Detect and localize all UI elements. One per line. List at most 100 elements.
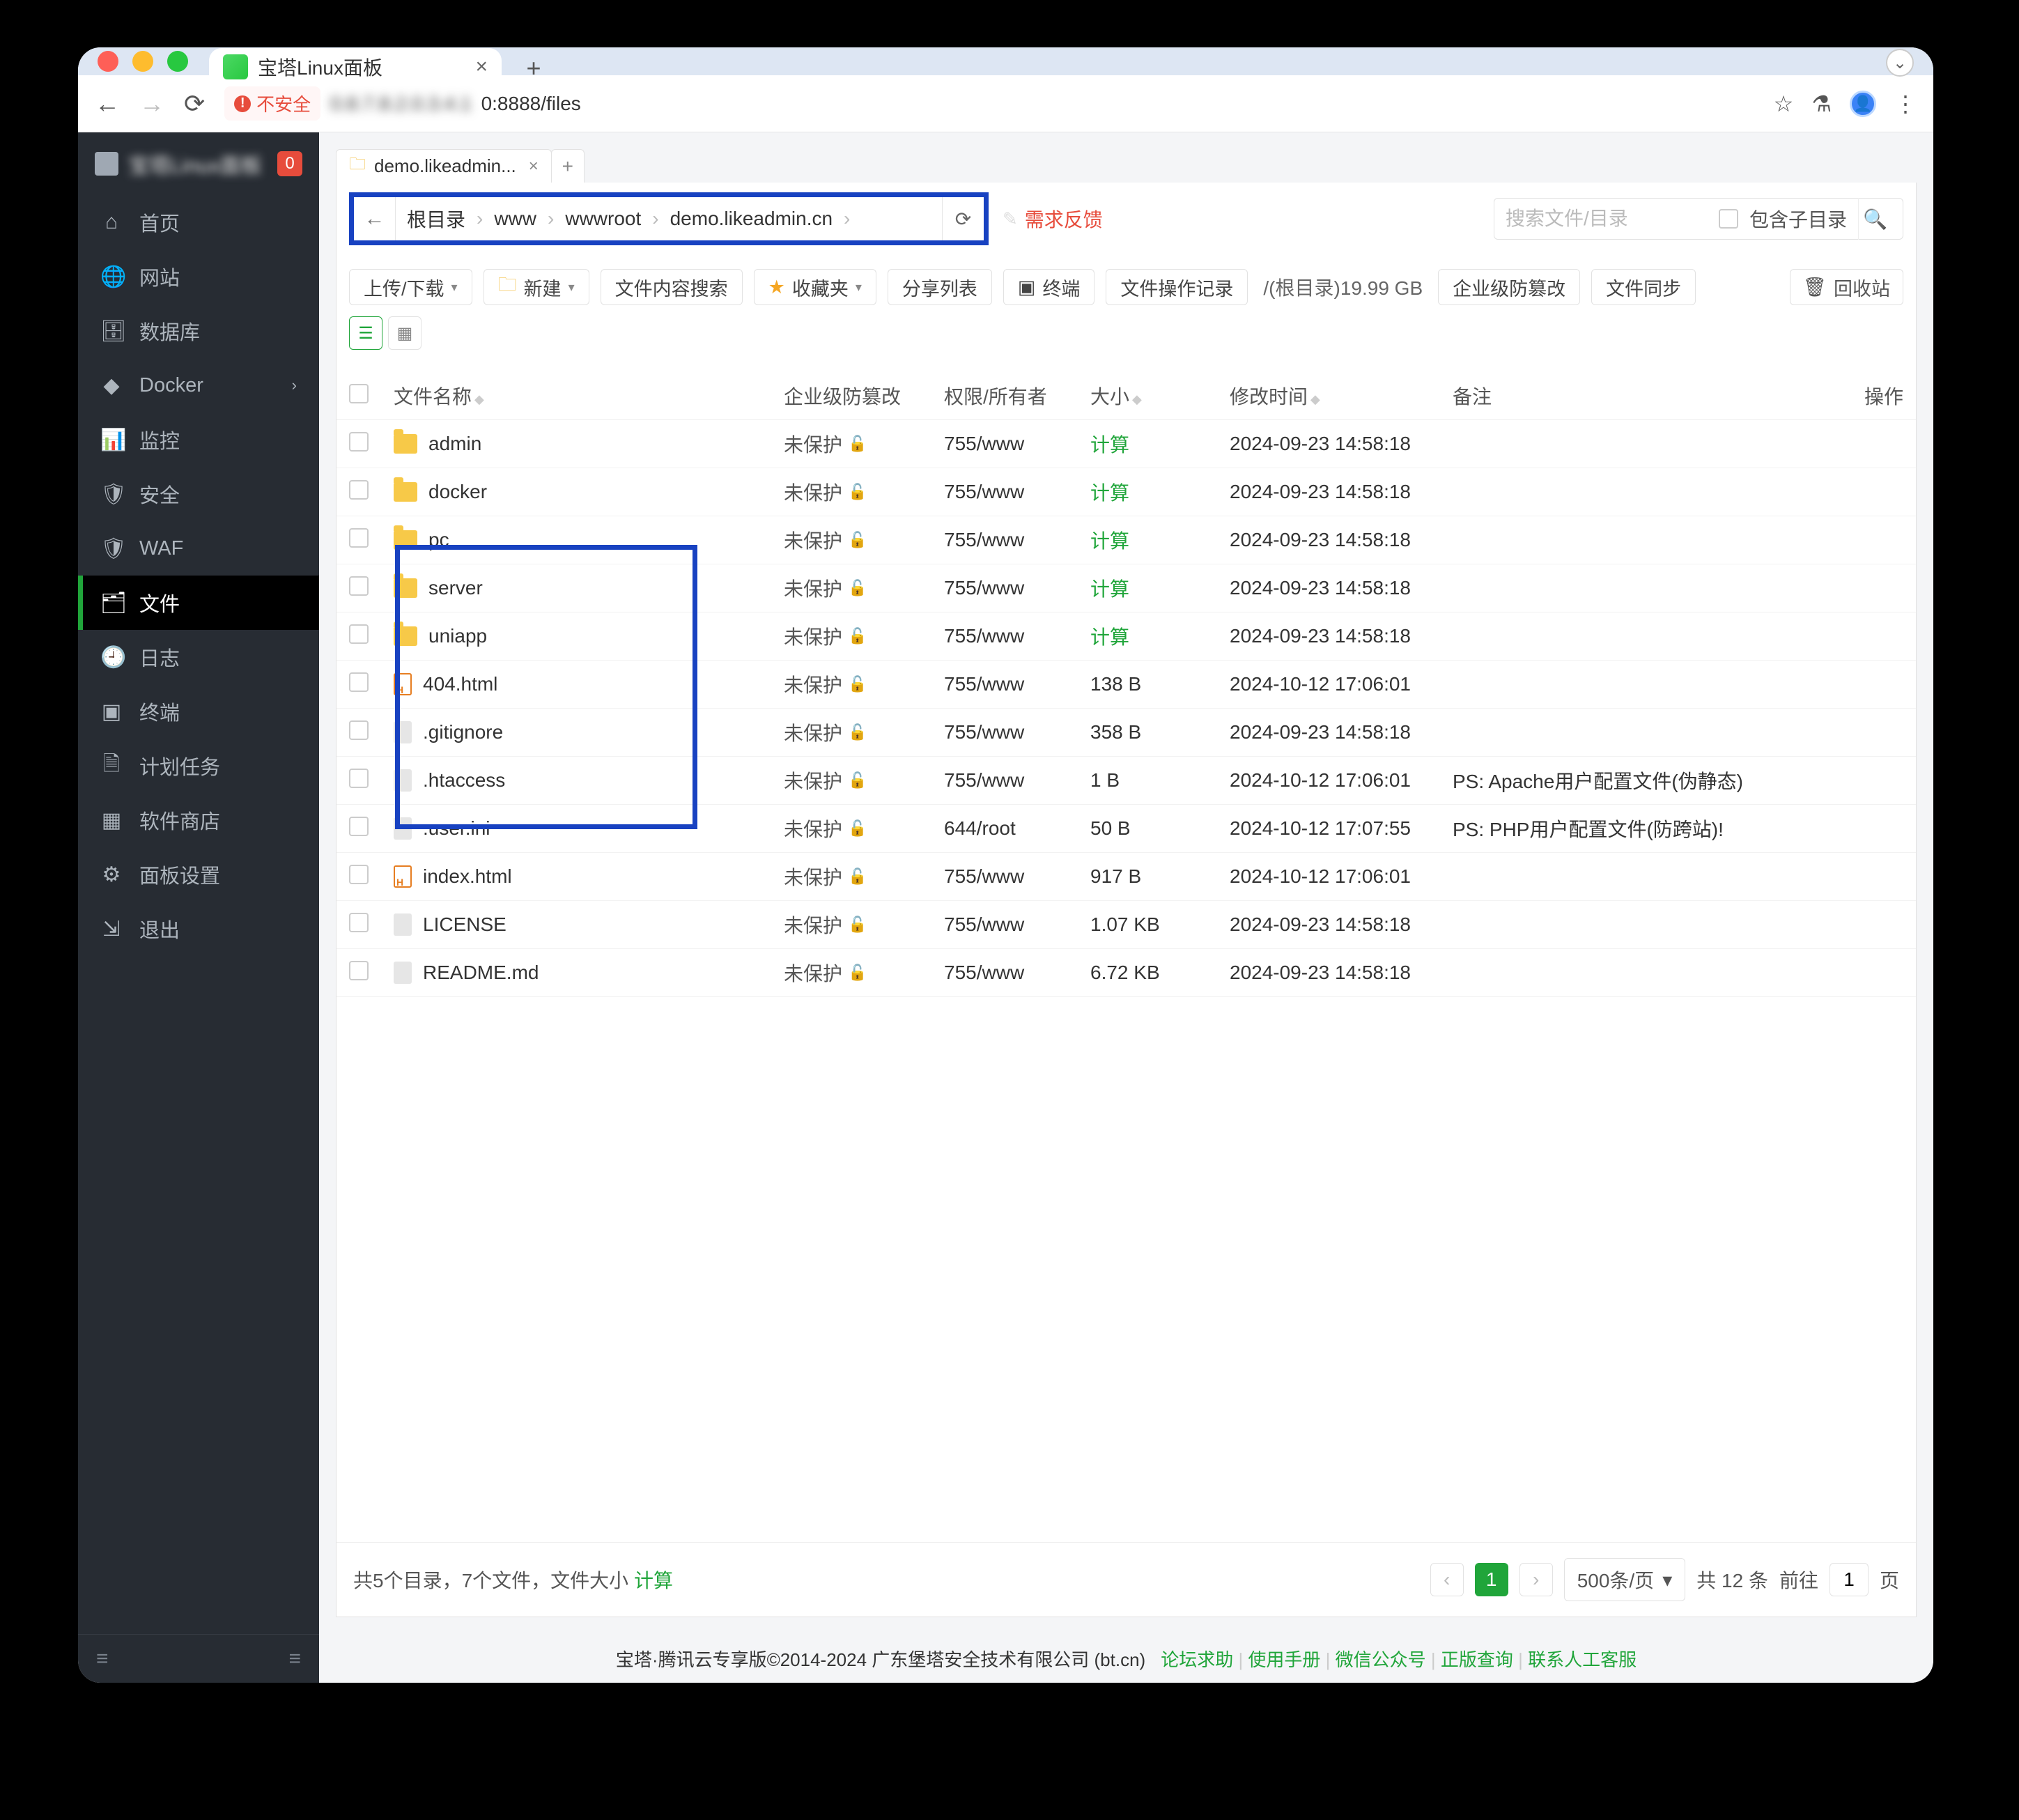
breadcrumb-segment[interactable]: 根目录 (407, 205, 465, 233)
row-checkbox[interactable] (349, 432, 369, 452)
footer-link[interactable]: 使用手册 (1248, 1649, 1320, 1670)
table-row[interactable]: .user.ini 未保护🔓 644/root 50 B 2024-10-12 … (336, 805, 1916, 853)
tamper-status[interactable]: 未保护🔓 (784, 574, 919, 602)
file-name[interactable]: .gitignore (423, 721, 503, 743)
footer-link[interactable]: 论坛求助 (1161, 1649, 1233, 1670)
file-perm[interactable]: 755/www (931, 853, 1078, 901)
file-name[interactable]: uniapp (428, 625, 487, 647)
breadcrumb-up-icon[interactable]: ← (354, 197, 396, 240)
maximize-window-button[interactable] (167, 51, 188, 72)
file-tab-close-icon[interactable]: × (529, 157, 539, 176)
feedback-link[interactable]: ✎ 需求反馈 (1003, 205, 1103, 233)
collapse-right-icon[interactable]: ≡ (288, 1647, 301, 1671)
browser-tab[interactable]: 宝塔Linux面板 × (209, 48, 502, 86)
sidebar-item-sec[interactable]: 🛡安全 (78, 467, 319, 521)
upload-download-button[interactable]: 上传/下载▾ (349, 269, 472, 305)
sidebar-item-term[interactable]: ▣终端 (78, 684, 319, 739)
profile-avatar[interactable]: 👤 (1850, 91, 1876, 117)
footer-link[interactable]: 联系人工客服 (1528, 1649, 1637, 1670)
file-name[interactable]: .htaccess (423, 769, 505, 792)
col-tamper[interactable]: 企业级防篡改 (784, 386, 901, 408)
list-view-button[interactable]: ☰ (349, 316, 382, 350)
nav-forward-icon[interactable]: → (139, 89, 164, 118)
sidebar-item-files[interactable]: 🗂文件 (78, 576, 319, 630)
close-window-button[interactable] (98, 51, 118, 72)
file-name[interactable]: admin (428, 433, 481, 455)
new-tab-button[interactable]: + (523, 57, 545, 79)
row-checkbox[interactable] (349, 720, 369, 740)
breadcrumb-segment[interactable]: demo.likeadmin.cn (670, 208, 833, 230)
pager-page-1[interactable]: 1 (1475, 1563, 1508, 1596)
row-checkbox[interactable] (349, 528, 369, 548)
file-name[interactable]: pc (428, 529, 449, 551)
file-name[interactable]: .user.ini (423, 817, 490, 840)
table-row[interactable]: .htaccess 未保护🔓 755/www 1 B 2024-10-12 17… (336, 757, 1916, 805)
table-row[interactable]: README.md 未保护🔓 755/www 6.72 KB 2024-09-2… (336, 949, 1916, 997)
recycle-bin-button[interactable]: 🗑回收站 (1790, 269, 1903, 305)
search-box[interactable]: 包含子目录 🔍 (1494, 198, 1903, 240)
table-row[interactable]: LICENSE 未保护🔓 755/www 1.07 KB 2024-09-23 … (336, 901, 1916, 949)
file-perm[interactable]: 755/www (931, 709, 1078, 757)
tamper-status[interactable]: 未保护🔓 (784, 526, 919, 554)
sidebar-item-docker[interactable]: ◆Docker› (78, 358, 319, 412)
file-sync-button[interactable]: 文件同步 (1591, 269, 1696, 305)
tamper-status[interactable]: 未保护🔓 (784, 718, 919, 746)
file-perm[interactable]: 644/root (931, 805, 1078, 853)
row-checkbox[interactable] (349, 865, 369, 884)
tamper-status[interactable]: 未保护🔓 (784, 959, 919, 987)
col-size[interactable]: 大小 (1090, 386, 1129, 408)
sidebar-item-db[interactable]: 🗄数据库 (78, 304, 319, 358)
search-icon[interactable]: 🔍 (1858, 198, 1892, 240)
file-name[interactable]: README.md (423, 962, 539, 984)
share-list-button[interactable]: 分享列表 (888, 269, 992, 305)
favorites-button[interactable]: ★收藏夹▾ (754, 269, 876, 305)
search-input[interactable] (1506, 208, 1708, 230)
pager-prev-button[interactable]: ‹ (1430, 1563, 1464, 1596)
pager-size-select[interactable]: 500条/页▾ (1564, 1558, 1686, 1601)
file-perm[interactable]: 755/www (931, 949, 1078, 997)
kebab-menu-icon[interactable]: ⋮ (1894, 91, 1917, 117)
minimize-window-button[interactable] (132, 51, 153, 72)
nav-reload-icon[interactable]: ⟳ (184, 89, 205, 118)
new-button[interactable]: 🗀新建▾ (484, 269, 589, 305)
file-name[interactable]: server (428, 577, 483, 599)
sidebar-item-store[interactable]: ▦软件商店 (78, 793, 319, 847)
sidebar-item-mon[interactable]: 📊监控 (78, 412, 319, 467)
bookmark-star-icon[interactable]: ☆ (1774, 91, 1794, 117)
notification-badge[interactable]: 0 (277, 151, 302, 176)
op-history-button[interactable]: 文件操作记录 (1106, 269, 1248, 305)
tamper-status[interactable]: 未保护🔓 (784, 766, 919, 794)
terminal-button[interactable]: ▣终端 (1003, 269, 1095, 305)
file-size[interactable]: 计算 (1078, 420, 1217, 468)
sidebar-item-log[interactable]: 🕘日志 (78, 630, 319, 684)
tamper-status[interactable]: 未保护🔓 (784, 478, 919, 506)
file-name[interactable]: docker (428, 481, 487, 503)
nav-back-icon[interactable]: ← (95, 89, 120, 118)
col-mtime[interactable]: 修改时间 (1230, 386, 1308, 408)
table-row[interactable]: index.html 未保护🔓 755/www 917 B 2024-10-12… (336, 853, 1916, 901)
address-bar[interactable]: ! 不安全 0.8.7.8.2.0.3.4.1 0:8888/files (224, 84, 1754, 123)
file-name[interactable]: index.html (423, 865, 512, 888)
tamper-status[interactable]: 未保护🔓 (784, 815, 919, 842)
breadcrumb-path[interactable]: 根目录›www›wwwroot›demo.likeadmin.cn› (396, 205, 942, 233)
table-row[interactable]: docker 未保护🔓 755/www 计算 2024-09-23 14:58:… (336, 468, 1916, 516)
sidebar-item-home[interactable]: ⌂首页 (78, 195, 319, 249)
sidebar-item-cron[interactable]: 🗎计划任务 (78, 739, 319, 793)
file-perm[interactable]: 755/www (931, 901, 1078, 949)
insecure-badge[interactable]: ! 不安全 (224, 86, 320, 121)
col-perm[interactable]: 权限/所有者 (944, 386, 1047, 408)
anti-tamper-button[interactable]: 企业级防篡改 (1438, 269, 1580, 305)
file-name[interactable]: 404.html (423, 673, 497, 695)
sidebar-item-exit[interactable]: ⇲退出 (78, 902, 319, 956)
footer-link[interactable]: 正版查询 (1441, 1649, 1513, 1670)
row-checkbox[interactable] (349, 480, 369, 500)
file-size[interactable]: 计算 (1078, 468, 1217, 516)
file-perm[interactable]: 755/www (931, 564, 1078, 612)
labs-icon[interactable]: ⚗ (1811, 91, 1832, 117)
subdir-checkbox[interactable] (1719, 209, 1738, 229)
col-ops[interactable]: 操作 (1864, 386, 1903, 408)
tamper-status[interactable]: 未保护🔓 (784, 863, 919, 890)
tamper-status[interactable]: 未保护🔓 (784, 622, 919, 650)
table-row[interactable]: .gitignore 未保护🔓 755/www 358 B 2024-09-23… (336, 709, 1916, 757)
table-row[interactable]: server 未保护🔓 755/www 计算 2024-09-23 14:58:… (336, 564, 1916, 612)
